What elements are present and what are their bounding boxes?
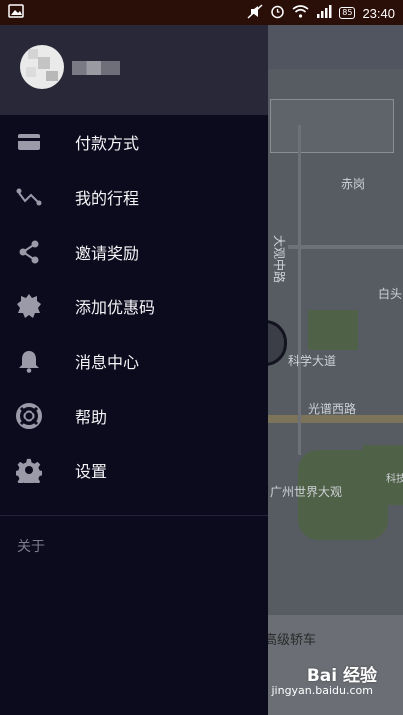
map-label: 光谱西路	[308, 402, 357, 416]
divider	[0, 515, 268, 516]
navigation-drawer: 付款方式 我的行程 邀请奖励 添加优惠码 消息中心 帮助 设置 关于	[0, 25, 268, 715]
map-label: 白头	[378, 287, 403, 301]
map-label: 赤岗	[341, 177, 366, 191]
menu-item-label: 消息中心	[75, 353, 140, 373]
map-label: 科技	[386, 474, 403, 485]
image-icon	[8, 4, 24, 21]
avatar[interactable]	[20, 45, 64, 89]
map-road	[288, 245, 403, 249]
menu-item-label: 设置	[75, 462, 108, 482]
menu-item-invite[interactable]: 邀请奖励	[0, 224, 268, 279]
map-label: 大观中路	[272, 235, 286, 284]
clock: 23:40	[362, 5, 395, 21]
menu-item-help[interactable]: 帮助	[0, 388, 268, 443]
map-top-bar	[268, 25, 403, 69]
mute-icon	[247, 4, 263, 22]
menu-item-trips[interactable]: 我的行程	[0, 170, 268, 225]
gear-icon	[16, 457, 42, 484]
bell-icon	[16, 348, 42, 374]
drawer-header[interactable]	[0, 25, 268, 115]
menu-item-label: 我的行程	[75, 189, 140, 209]
route-icon	[16, 184, 42, 210]
username-blurred	[72, 61, 120, 75]
menu-item-label: 添加优惠码	[75, 298, 156, 318]
watermark-brand: Bai 经验	[306, 666, 377, 686]
badge-icon	[16, 293, 42, 319]
signal-icon	[316, 5, 332, 21]
menu-item-label: 邀请奖励	[75, 243, 140, 263]
menu-item-settings[interactable]: 设置	[0, 443, 268, 498]
car-type-label[interactable]: 高级轿车	[268, 629, 316, 648]
alarm-icon	[270, 4, 285, 22]
menu-item-label: 付款方式	[75, 134, 140, 154]
map-label: 广州世界大观	[270, 485, 343, 499]
status-bar: 85 23:40	[0, 0, 403, 25]
card-icon	[16, 129, 42, 155]
menu-item-promo[interactable]: 添加优惠码	[0, 279, 268, 334]
menu-item-label: 帮助	[75, 407, 108, 427]
map-road	[298, 125, 301, 455]
about-link[interactable]: 关于	[17, 536, 45, 556]
map-label: 科学大道	[288, 354, 337, 368]
map-view[interactable]: 赤岗 大观中路 白头 科学大道 光谱西路 广州世界大观 科技 高级轿车	[268, 25, 403, 715]
wifi-icon	[292, 5, 309, 21]
share-icon	[16, 239, 42, 265]
lifebuoy-icon	[16, 402, 42, 429]
menu-item-messages[interactable]: 消息中心	[0, 334, 268, 389]
watermark-url: jingyan.baidu.com	[271, 684, 373, 697]
map-search-box[interactable]	[270, 99, 394, 153]
map-park	[308, 310, 358, 350]
menu-item-payment[interactable]: 付款方式	[0, 115, 268, 170]
drawer-menu: 付款方式 我的行程 邀请奖励 添加优惠码 消息中心 帮助 设置	[0, 115, 268, 498]
battery-icon: 85	[339, 7, 356, 19]
